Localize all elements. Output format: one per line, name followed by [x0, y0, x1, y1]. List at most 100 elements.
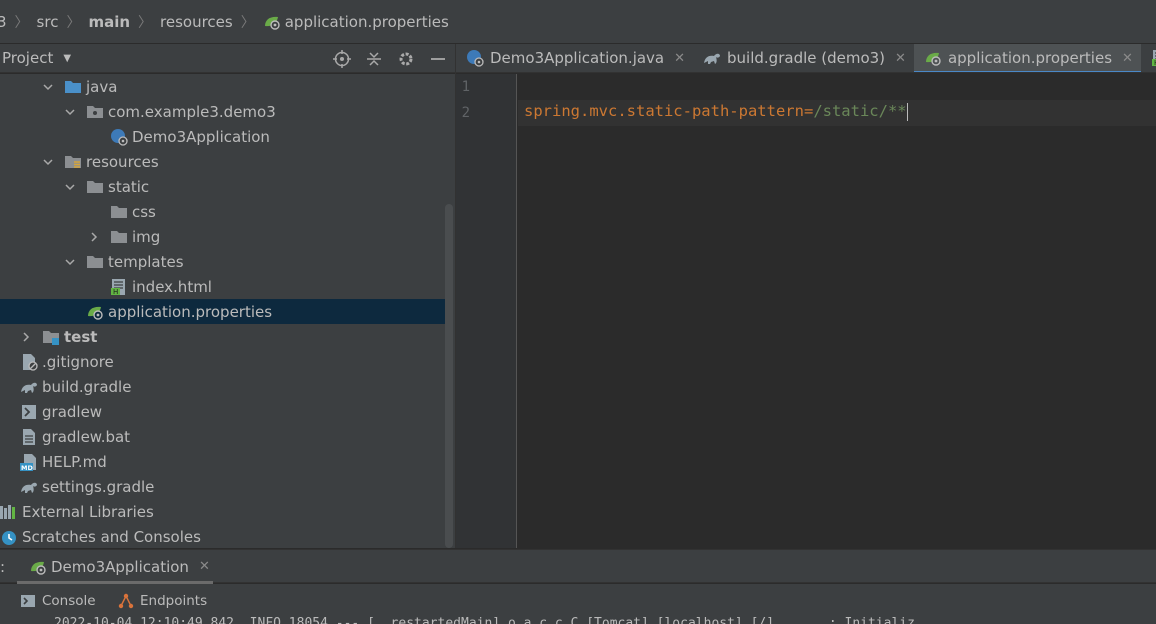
chevron-down-icon[interactable] [42, 81, 54, 93]
run-tab-demo3application[interactable]: Demo3Application ✕ [17, 550, 213, 584]
tab-console[interactable]: Console [20, 593, 96, 609]
line-number: 1 [461, 79, 470, 95]
tree-item-label: Demo3Application [132, 127, 270, 146]
minimize-icon[interactable] [427, 48, 449, 70]
tree-item-templates[interactable]: templates [0, 249, 453, 274]
project-tree[interactable]: java com.example3.demo3 Demo3Application… [0, 74, 455, 548]
close-icon[interactable]: ✕ [1122, 51, 1133, 66]
breadcrumb-item-src[interactable]: src [37, 13, 59, 31]
close-icon[interactable]: ✕ [895, 51, 906, 66]
spring-properties-icon [924, 50, 942, 66]
chevron-down-icon[interactable] [64, 256, 76, 268]
tree-item-index-html[interactable]: H index.html [0, 274, 453, 299]
console-icon [20, 593, 36, 609]
html-file-icon: H [1151, 50, 1156, 67]
tab-index-html[interactable]: H inde [1141, 44, 1156, 72]
folder-icon [86, 254, 104, 270]
breadcrumb-file-label: application.properties [284, 12, 449, 31]
gradle-icon [20, 379, 38, 395]
tree-item-label: static [108, 177, 150, 196]
tree-item-label: resources [86, 152, 159, 171]
tab-build-gradle[interactable]: build.gradle (demo3) ✕ [693, 44, 914, 72]
spring-run-icon [29, 559, 47, 575]
collapse-all-icon[interactable] [363, 48, 385, 70]
tree-item-label: templates [108, 252, 184, 271]
resources-folder-icon [64, 154, 82, 170]
dropdown-caret-icon[interactable]: ▼ [63, 53, 71, 64]
property-separator: = [803, 102, 814, 120]
tree-item-settings-gradle[interactable]: settings.gradle [0, 474, 453, 499]
tree-item-demo3application[interactable]: Demo3Application [0, 124, 453, 149]
text-file-icon [20, 428, 38, 445]
tree-item-label: gradlew.bat [42, 427, 131, 446]
tree-item-gitignore[interactable]: .gitignore [0, 349, 453, 374]
folder-icon [110, 229, 128, 245]
tree-item-package[interactable]: com.example3.demo3 [0, 99, 453, 124]
tree-item-static[interactable]: static [0, 174, 453, 199]
chevron-right-icon[interactable] [88, 231, 100, 243]
close-icon[interactable]: ✕ [199, 559, 210, 574]
breadcrumb-item-main[interactable]: main [88, 13, 130, 31]
tab-application-properties[interactable]: application.properties ✕ [913, 44, 1141, 72]
locate-icon[interactable] [331, 48, 353, 70]
line-number: 2 [461, 105, 470, 121]
tree-scrollbar[interactable] [445, 204, 453, 548]
breadcrumb-separator: 〉 [138, 14, 153, 31]
tree-item-resources[interactable]: resources [0, 149, 453, 174]
tab-endpoints[interactable]: Endpoints [118, 593, 207, 609]
tree-item-label: application.properties [108, 302, 273, 321]
breadcrumb-separator: 〉 [240, 14, 255, 31]
breadcrumb-separator: 〉 [14, 14, 29, 31]
tree-item-label: index.html [132, 277, 212, 296]
tree-item-css[interactable]: css [0, 199, 453, 224]
test-folder-icon [42, 329, 60, 345]
chevron-right-icon[interactable] [20, 331, 32, 343]
project-view-selector[interactable]: Project [2, 49, 53, 67]
property-key: spring.mvc.static-path-pattern [524, 102, 804, 120]
tab-label: application.properties [947, 49, 1113, 67]
folder-icon [86, 179, 104, 195]
svg-text:MD: MD [21, 464, 33, 471]
project-toolwindow-header: Project ▼ [0, 44, 455, 73]
endpoints-icon [118, 593, 134, 609]
breadcrumb-item-file[interactable]: application.properties [263, 13, 449, 31]
tree-item-external-libraries[interactable]: External Libraries [0, 499, 453, 524]
tree-item-label: build.gradle [42, 377, 132, 396]
gradle-icon [20, 479, 38, 495]
chevron-down-icon[interactable] [64, 181, 76, 193]
tree-item-help-md[interactable]: MD HELP.md [0, 449, 453, 474]
tree-item-label: HELP.md [42, 452, 107, 471]
tab-endpoints-label: Endpoints [140, 593, 208, 609]
editor-tabs: Demo3Application.java ✕ build.gradle (de… [456, 44, 1156, 73]
chevron-down-icon[interactable] [64, 106, 76, 118]
console-log-line: 2022-10-04 12:10:49.842 INFO 18054 --- [… [54, 616, 915, 624]
spring-properties-icon [263, 14, 281, 30]
code-line[interactable]: spring.mvc.static-path-pattern=/static/*… [524, 102, 908, 121]
tree-item-build-gradle[interactable]: build.gradle [0, 374, 453, 399]
markdown-icon: MD [20, 453, 38, 471]
tab-demo3application-java[interactable]: Demo3Application.java ✕ [456, 44, 693, 72]
spring-class-icon [466, 50, 484, 67]
chevron-down-icon[interactable] [42, 156, 54, 168]
tree-item-gradlew-bat[interactable]: gradlew.bat [0, 424, 453, 449]
tree-item-label: img [132, 227, 161, 246]
run-tab-label: Demo3Application [51, 557, 189, 576]
tree-item-label: Scratches and Consoles [22, 527, 201, 546]
code-editor[interactable]: 1 2 spring.mvc.static-path-pattern=/stat… [456, 74, 1156, 548]
tree-item-label: gradlew [42, 402, 103, 421]
tree-item-gradlew[interactable]: gradlew [0, 399, 453, 424]
ignore-file-icon [20, 353, 38, 371]
package-icon [86, 104, 104, 120]
tree-item-scratches[interactable]: Scratches and Consoles [0, 524, 453, 548]
tree-item-test[interactable]: test [0, 324, 453, 349]
close-icon[interactable]: ✕ [674, 51, 685, 66]
tree-item-application-properties[interactable]: application.properties [0, 299, 453, 324]
gear-icon[interactable] [395, 48, 417, 70]
tree-item-img[interactable]: img [0, 224, 453, 249]
breadcrumb-item-root[interactable]: 3 [0, 13, 7, 31]
html-file-icon: H [110, 278, 128, 296]
source-folder-icon [64, 79, 82, 95]
tree-item-java[interactable]: java [0, 74, 453, 99]
breadcrumb-item-resources[interactable]: resources [160, 13, 233, 31]
tree-item-label: com.example3.demo3 [108, 102, 276, 121]
